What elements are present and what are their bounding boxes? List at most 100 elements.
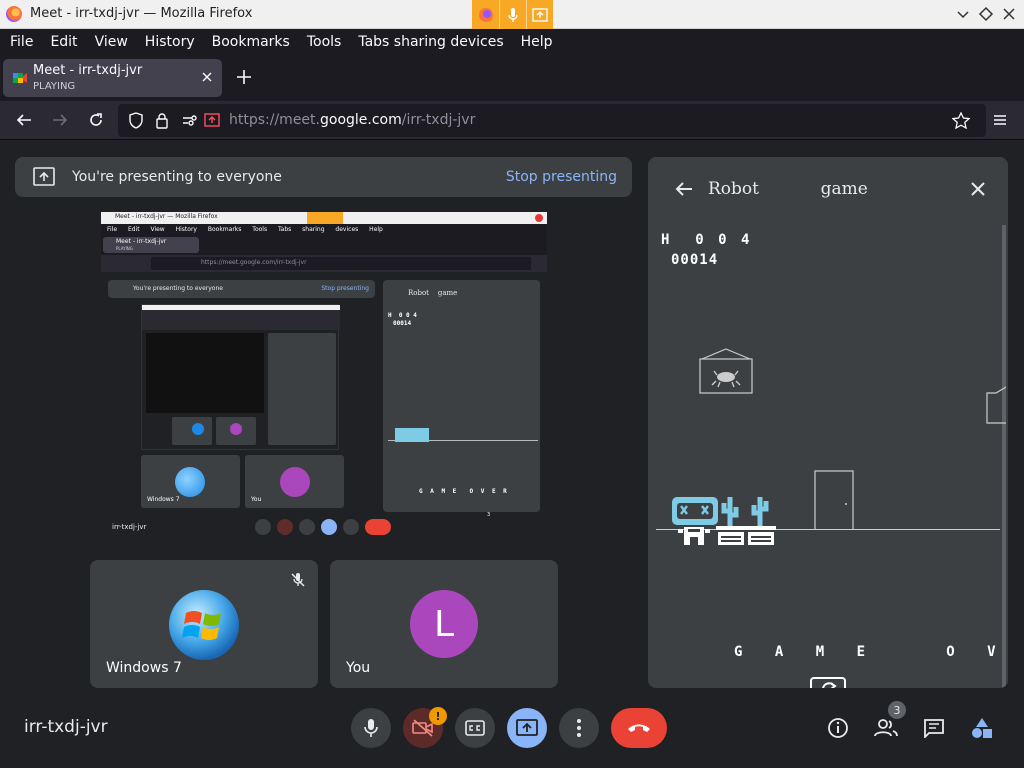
back-icon[interactable]	[15, 111, 33, 129]
participant-tile-you[interactable]: L You	[330, 560, 558, 688]
preview-tile1-name: Windows 7	[147, 496, 180, 503]
participant-name: You	[346, 660, 371, 676]
screen-sharing-icon[interactable]	[526, 0, 553, 29]
participant-tile-windows-7[interactable]: Windows 7	[90, 560, 318, 688]
permissions-icon[interactable]	[182, 114, 198, 127]
menu-edit[interactable]: Edit	[50, 34, 77, 50]
menu-view[interactable]: View	[95, 34, 128, 50]
activities-shapes-icon	[972, 718, 992, 738]
tab-strip: Meet - irr-txdj-jvr PLAYING	[0, 55, 1024, 101]
door-icon	[814, 470, 854, 530]
preview-people-count: 3	[487, 512, 491, 518]
preview-nested-screen	[141, 304, 340, 450]
preview-presenting-banner: You're presenting to everyone Stop prese…	[108, 280, 375, 298]
cactus-obstacle-icon	[716, 497, 776, 545]
activity-side-panel: Robot game H 0 0 4 00014 G A M E O V	[648, 157, 1008, 688]
preview-meeting-code: irr-txdj-jvr	[112, 523, 147, 531]
menu-file[interactable]: File	[10, 34, 33, 50]
menu-tabs-sharing-devices[interactable]: Tabs sharing devices	[358, 34, 503, 50]
replay-icon	[822, 682, 837, 688]
url-text[interactable]: https://meet.google.com/irr-txdj-jvr	[229, 112, 475, 128]
presenting-message: You're presenting to everyone	[72, 169, 282, 185]
close-panel-icon[interactable]	[968, 179, 988, 199]
meet-favicon-icon	[13, 73, 27, 83]
meeting-code: irr-txdj-jvr	[24, 717, 108, 737]
menu-bar: File Edit View History Bookmarks Tools T…	[0, 29, 1024, 55]
window-titlebar: Meet - irr-txdj-jvr — Mozilla Firefox	[0, 0, 1024, 29]
meeting-details-button[interactable]	[822, 712, 854, 744]
preview-titlebar: Meet - irr-txdj-jvr — Mozilla Firefox	[101, 212, 547, 224]
robot-game-canvas[interactable]: H 0 0 4 00014 G A M E O V	[648, 225, 1008, 688]
microphone-icon	[364, 719, 378, 737]
muted-mic-icon	[291, 573, 305, 587]
stop-presenting-button[interactable]: Stop presenting	[506, 169, 617, 185]
preview-navbar: https://meet.google.com/irr-txdj-jvr	[101, 255, 547, 272]
more-options-button[interactable]	[559, 708, 599, 748]
preview-side-panel: Robot game H 0 0 4 00014 G A M E O V E R	[383, 280, 540, 512]
navigation-bar: https://meet.google.com/irr-txdj-jvr	[0, 101, 1024, 140]
chat-button[interactable]	[918, 712, 950, 744]
new-tab-icon[interactable]	[235, 68, 253, 86]
preview-tabstrip: Meet - irr-txdj-jvr PLAYING	[101, 235, 547, 255]
firefox-sharing-icon	[472, 0, 499, 29]
preview-stop-label: Stop presenting	[321, 285, 369, 292]
lock-icon[interactable]	[155, 112, 169, 129]
screen-share-url-icon[interactable]	[204, 113, 220, 128]
panel-title: Robot game	[708, 179, 868, 199]
preview-menubar: File Edit View History Bookmarks Tools T…	[101, 224, 547, 235]
reload-icon[interactable]	[87, 111, 105, 129]
screen-preview: Meet - irr-txdj-jvr — Mozilla Firefox Fi…	[101, 212, 547, 540]
preview-url: https://meet.google.com/irr-txdj-jvr	[201, 259, 307, 266]
forward-icon[interactable]	[51, 111, 69, 129]
microphone-sharing-icon[interactable]	[499, 0, 526, 29]
hamburger-menu-icon[interactable]	[991, 111, 1009, 129]
info-icon	[828, 718, 848, 738]
shield-icon[interactable]	[128, 112, 144, 129]
menu-help[interactable]: Help	[521, 34, 553, 50]
menu-bookmarks[interactable]: Bookmarks	[212, 34, 290, 50]
activities-button[interactable]	[966, 712, 998, 744]
url-bar[interactable]: https://meet.google.com/irr-txdj-jvr	[118, 104, 986, 137]
preview-window-title: Meet - irr-txdj-jvr — Mozilla Firefox	[115, 213, 218, 220]
leave-call-button[interactable]	[611, 708, 667, 748]
windows-7-avatar-icon	[169, 590, 239, 660]
people-icon	[874, 719, 898, 737]
preview-presenting-message: You're presenting to everyone	[133, 285, 223, 292]
tab-meet[interactable]: Meet - irr-txdj-jvr PLAYING	[3, 59, 222, 97]
meet-content: You're presenting to everyone Stop prese…	[0, 140, 1024, 768]
microphone-button[interactable]	[351, 708, 391, 748]
present-now-button[interactable]	[507, 708, 547, 748]
tab-title: Meet - irr-txdj-jvr	[33, 63, 143, 78]
bookmark-star-icon[interactable]	[952, 112, 970, 129]
wall-picture-icon	[699, 348, 753, 394]
minimize-icon[interactable]	[954, 5, 972, 23]
camera-alert-badge: !	[429, 707, 447, 725]
wall-shelf-icon	[986, 386, 1006, 424]
preview-sharing-indicator	[307, 212, 343, 224]
menu-history[interactable]: History	[145, 34, 195, 50]
back-arrow-icon[interactable]	[674, 179, 694, 199]
preview-tab-title: Meet - irr-txdj-jvr	[116, 238, 167, 245]
present-screen-icon	[33, 167, 55, 186]
captions-button[interactable]	[455, 708, 495, 748]
close-tab-icon[interactable]	[200, 70, 214, 84]
tab-status: PLAYING	[33, 81, 76, 92]
preview-hi-score: H 0 0 4	[388, 312, 417, 319]
chat-icon	[924, 719, 944, 738]
preview-panel-title: Robot game	[408, 289, 458, 297]
robot-character-icon	[672, 497, 718, 545]
preview-game-over: G A M E O V E R	[419, 488, 509, 495]
more-vert-icon	[577, 719, 581, 737]
current-score: 00014	[671, 252, 719, 268]
game-over-text: G A M E O V E R	[734, 644, 1004, 660]
window-title: Meet - irr-txdj-jvr — Mozilla Firefox	[30, 6, 253, 21]
maximize-icon[interactable]	[977, 5, 995, 23]
firefox-logo-icon	[6, 6, 22, 22]
preview-tile-you: You	[245, 455, 344, 508]
present-screen-active-icon	[516, 719, 538, 736]
close-window-icon[interactable]	[1000, 5, 1018, 23]
preview-tile-windows: Windows 7	[141, 455, 240, 508]
menu-tools[interactable]: Tools	[307, 34, 342, 50]
sharing-indicator[interactable]	[472, 0, 553, 29]
replay-button[interactable]	[810, 677, 846, 688]
